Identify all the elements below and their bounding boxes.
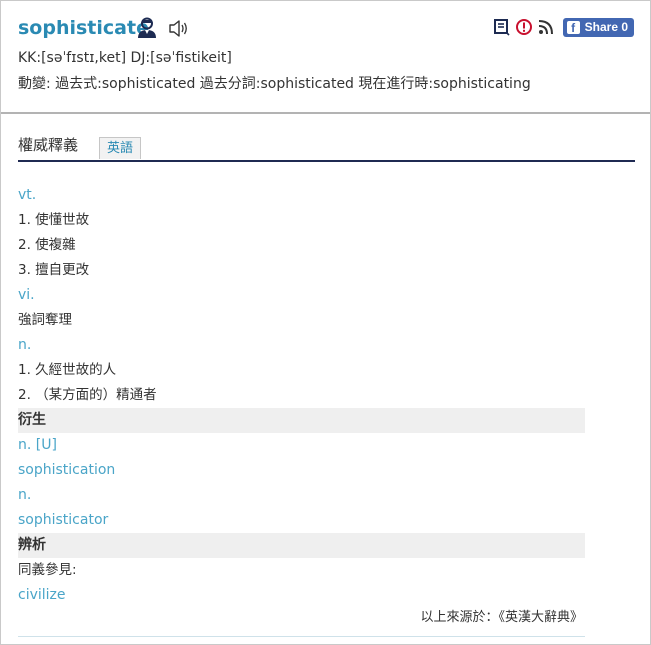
part-of-speech: n.	[18, 487, 32, 503]
definition-list: vt. 1. 使懂世故 2. 使複雜 3. 擅自更改 vi. 強詞奪理 n. 1. 久經世故的…	[18, 183, 585, 608]
inflections: 動變: 過去式:sophisticated 過去分詞:sophisticated…	[18, 76, 531, 92]
definition-line: 1. 使懂世故	[18, 212, 90, 228]
header-toolbar: f Share 0	[493, 17, 634, 37]
definition-tabs: 權威釋義 英語	[18, 134, 635, 162]
part-of-speech: n. [U]	[18, 437, 57, 453]
word-link[interactable]: civilize	[18, 583, 585, 608]
pronunciation: KK:[səˈfɪstɪ,ket] DJ:[səˈfistikeit]	[18, 50, 232, 66]
warning-icon[interactable]	[515, 18, 533, 36]
section-heading: 衍生	[18, 408, 585, 433]
definition-line: 3. 擅自更改	[18, 262, 90, 278]
speaker-icon[interactable]	[168, 19, 190, 38]
definition-line: 1. 久經世故的人	[18, 362, 117, 378]
bottom-divider	[18, 636, 585, 637]
dictionary-panel: sophisticate KK:[səˈfɪstɪ,ket] DJ:[səˈfi…	[0, 0, 651, 645]
word-link[interactable]: sophisticator	[18, 508, 585, 533]
facebook-share-button[interactable]: f Share 0	[562, 17, 634, 37]
headword: sophisticate	[18, 17, 149, 39]
source-credit: 以上來源於：《英漢大辭典》	[420, 610, 583, 625]
part-of-speech: vt.	[18, 187, 37, 203]
word-link[interactable]: sophistication	[18, 458, 585, 483]
section-heading: 辨析	[18, 533, 585, 558]
definition-line: 2. （某方面的）精通者	[18, 387, 157, 403]
tab-english[interactable]: 英語	[99, 137, 141, 159]
definition-line: 同義參見:	[18, 562, 77, 578]
definition-line: 2. 使複雜	[18, 237, 76, 253]
share-label: Share 0	[584, 20, 628, 34]
rss-icon[interactable]	[537, 18, 555, 36]
part-of-speech: vi.	[18, 287, 35, 303]
note-icon[interactable]	[493, 18, 511, 36]
facebook-icon: f	[566, 20, 580, 35]
part-of-speech: n.	[18, 337, 32, 353]
person-icon[interactable]	[137, 17, 157, 39]
definition-line: 強詞奪理	[18, 312, 72, 328]
tab-authoritative[interactable]: 權威釋義	[18, 135, 78, 155]
entry-header: sophisticate KK:[səˈfɪstɪ,ket] DJ:[səˈfi…	[1, 1, 650, 114]
